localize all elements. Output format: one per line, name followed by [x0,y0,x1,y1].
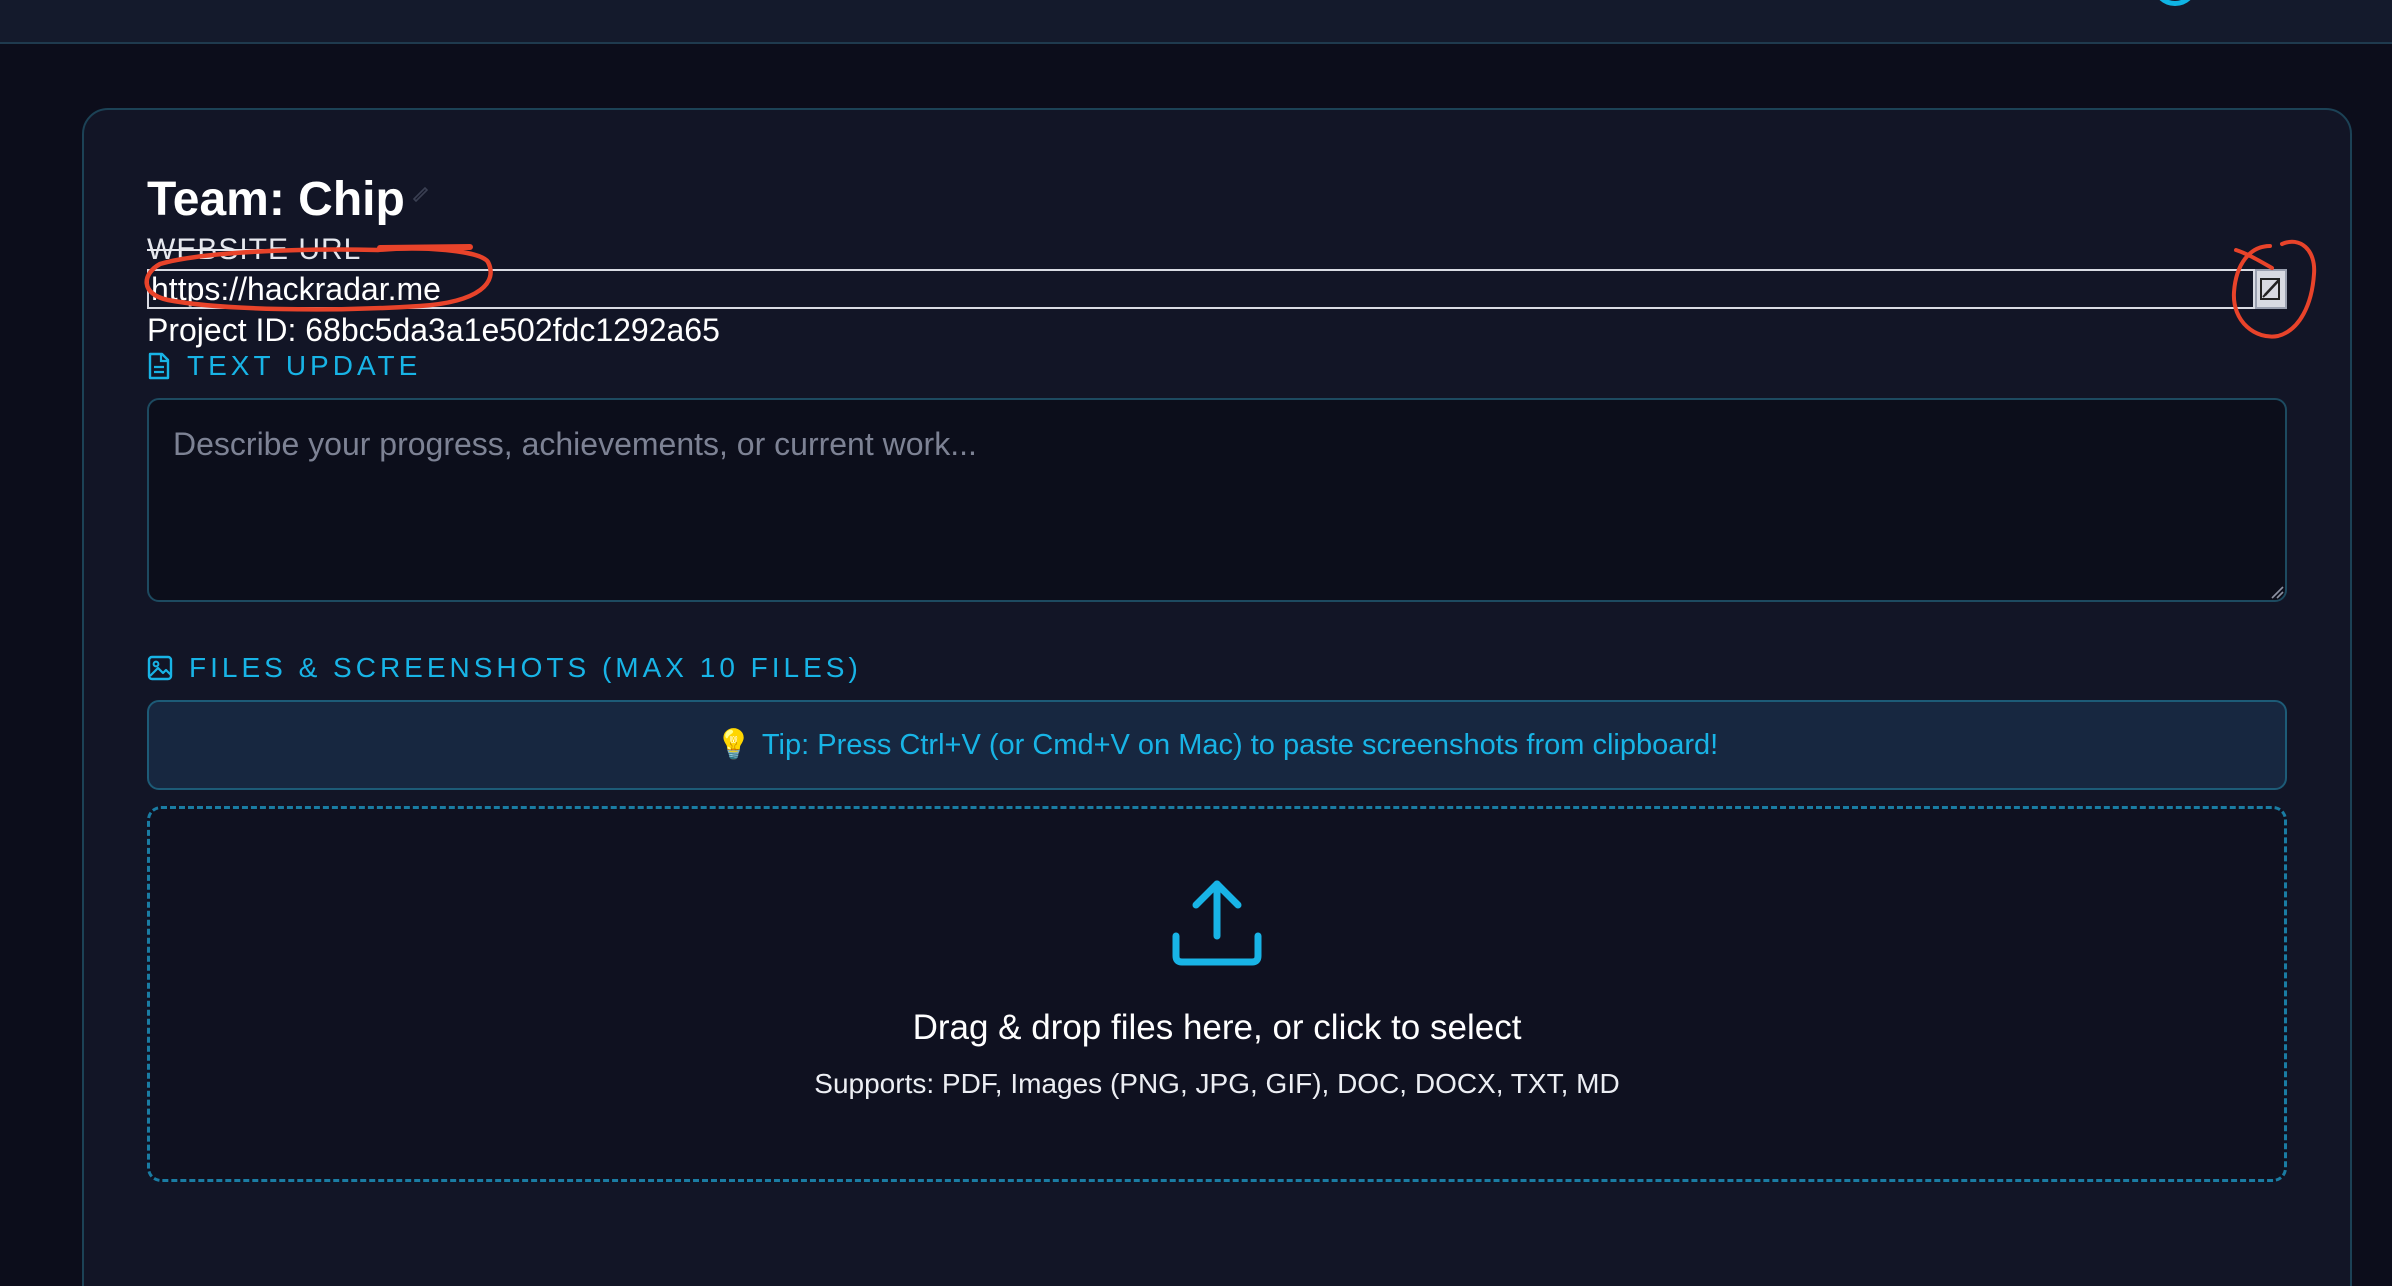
avatar[interactable] [2152,0,2198,6]
tip-text: Tip: Press Ctrl+V (or Cmd+V on Mac) to p… [761,728,1719,761]
dropzone-title: Drag & drop files here, or click to sele… [912,1008,1522,1047]
files-heading: FILES & SCREENSHOTS (MAX 10 FILES) [147,652,862,684]
text-update-heading: TEXT UPDATE [147,350,421,382]
top-bar [0,0,2392,44]
pencil-icon[interactable] [411,182,431,202]
dropzone-supported-types: Supports: PDF, Images (PNG, JPG, GIF), D… [814,1068,1620,1099]
resize-handle-icon[interactable] [2270,585,2284,599]
image-icon [147,655,173,681]
edit-icon [2260,278,2280,300]
team-title-text: Team: Chip [147,173,405,226]
text-update-textarea[interactable] [147,398,2287,602]
paste-tip: 💡 Tip: Press Ctrl+V (or Cmd+V on Mac) to… [147,700,2287,790]
files-label: FILES & SCREENSHOTS (MAX 10 FILES) [189,652,862,683]
lightbulb-icon: 💡 [715,729,752,761]
website-url-label: WEBSITE URL [147,233,362,266]
project-id: Project ID: 68bc5da3a1e502fdc1292a65 [147,312,720,348]
file-dropzone[interactable] [147,806,2287,1182]
text-update-label: TEXT UPDATE [187,350,422,381]
team-title: Team: Chip [147,172,431,227]
website-url-input[interactable] [147,269,2255,309]
document-icon [148,352,170,380]
upload-icon [1172,880,1262,966]
edit-url-button[interactable] [2255,269,2287,309]
